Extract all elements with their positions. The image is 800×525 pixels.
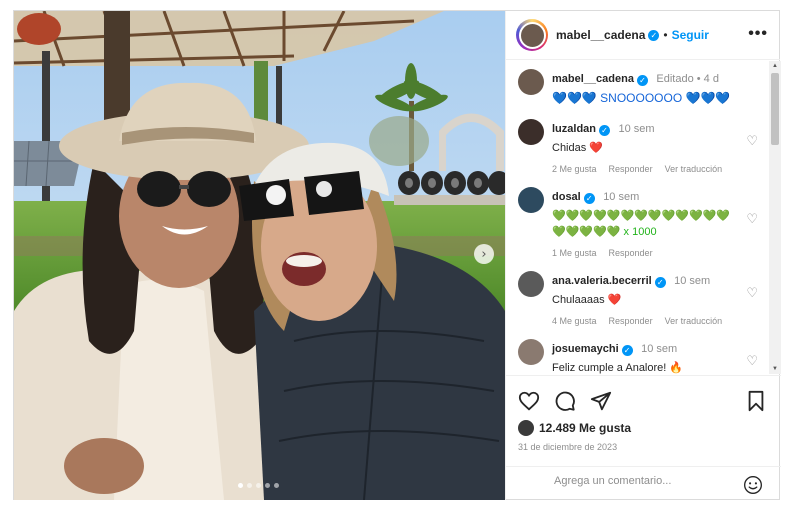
share-icon[interactable] — [590, 390, 612, 412]
heart-icon[interactable]: ♡ — [746, 353, 758, 369]
avatar[interactable] — [518, 187, 544, 213]
comment-username[interactable]: dosal — [552, 191, 581, 203]
comment-likes[interactable]: 4 Me gusta — [552, 316, 597, 326]
caption-username[interactable]: mabel__cadena — [552, 73, 634, 85]
author-avatar[interactable] — [516, 19, 548, 51]
emoji-icon[interactable] — [743, 475, 763, 495]
heart-icon[interactable]: ♡ — [746, 133, 758, 149]
comment-input[interactable] — [554, 475, 734, 487]
comment-time: 10 sem — [618, 123, 655, 135]
comment-text: Chidas ❤️ — [552, 142, 603, 154]
comment-body: ana.valeria.becerril ✓ 10 sem Chulaaaas ❤… — [552, 271, 742, 326]
photo-illustration — [14, 11, 505, 500]
carousel-dot — [265, 483, 270, 488]
verified-badge-icon: ✓ — [648, 29, 660, 41]
comment-meta: 4 Me gusta Responder Ver traducción — [552, 316, 742, 326]
verified-badge-icon: ✓ — [583, 193, 595, 204]
caption-time: Editado • 4 d — [656, 73, 719, 85]
comment-likes[interactable]: 1 Me gusta — [552, 248, 597, 258]
heart-icon[interactable]: ♡ — [746, 285, 758, 301]
verified-badge-icon: ✓ — [599, 125, 611, 136]
follow-button[interactable]: Seguir — [672, 28, 709, 42]
comment-text: Chulaaaas ❤️ — [552, 294, 622, 306]
reply-button[interactable]: Responder — [609, 164, 653, 174]
liker-avatar — [518, 420, 534, 436]
likes-summary[interactable]: 12.489 Me gusta — [518, 420, 631, 436]
carousel-dot — [256, 483, 261, 488]
action-icons — [518, 390, 612, 412]
heart-icon[interactable] — [518, 390, 540, 412]
scroll-thumb[interactable] — [771, 73, 779, 145]
author-username[interactable]: mabel__cadena — [556, 28, 645, 42]
reply-button[interactable]: Responder — [609, 248, 653, 258]
comment-likes[interactable]: 2 Me gusta — [552, 164, 597, 174]
comment-body: josuemaychi ✓ 10 sem Feliz cumple a Analo… — [552, 339, 742, 374]
post-actions: 12.489 Me gusta 31 de diciembre de 2023 — [506, 375, 781, 501]
avatar-image — [518, 21, 546, 49]
comment-time: 10 sem — [603, 191, 640, 203]
caption-body: mabel__cadena ✓ Editado • 4 d 💙💙💙 SNOOOOO… — [552, 69, 742, 106]
post-side-panel: mabel__cadena ✓ • Seguir ••• mabel__cade… — [505, 11, 781, 501]
comment-meta: 2 Me gusta Responder Ver traducción — [552, 164, 742, 174]
verified-badge-icon: ✓ — [654, 277, 666, 288]
more-options-icon[interactable]: ••• — [748, 25, 768, 43]
verified-badge-icon: ✓ — [636, 75, 648, 86]
avatar[interactable] — [518, 69, 544, 95]
carousel-dot — [238, 483, 243, 488]
comment-username[interactable]: ana.valeria.becerril — [552, 275, 652, 287]
reply-button[interactable]: Responder — [609, 316, 653, 326]
comment-username[interactable]: josuemaychi — [552, 343, 619, 355]
post-date: 31 de diciembre de 2023 — [518, 442, 618, 452]
carousel-indicator — [238, 483, 279, 488]
comment-time: 10 sem — [674, 275, 711, 287]
bookmark-icon[interactable] — [745, 390, 767, 412]
carousel-next-button[interactable]: › — [474, 244, 494, 264]
comment-body: dosal ✓ 10 sem 💚💚💚💚💚💚💚💚💚💚💚💚💚💚💚💚💚💚 x 1000 … — [552, 187, 742, 258]
comment-time: 10 sem — [641, 343, 678, 355]
carousel-dot — [274, 483, 279, 488]
post-photo[interactable]: › — [14, 11, 505, 500]
post-header: mabel__cadena ✓ • Seguir ••• — [506, 11, 780, 60]
avatar[interactable] — [518, 119, 544, 145]
verified-badge-icon: ✓ — [621, 345, 633, 356]
add-comment-bar — [506, 466, 781, 502]
translate-button[interactable]: Ver traducción — [665, 164, 723, 174]
scroll-up-arrow-icon[interactable]: ▲ — [772, 63, 778, 69]
comment-body: luzaldan ✓ 10 sem Chidas ❤️ 2 Me gusta Re… — [552, 119, 742, 174]
comment-text: 💚💚💚💚💚💚💚💚💚💚💚💚💚💚💚💚💚💚 x 1000 — [552, 210, 731, 238]
avatar[interactable] — [518, 271, 544, 297]
comment-icon[interactable] — [554, 390, 576, 412]
comments-scrollbar[interactable]: ▲ ▼ — [769, 61, 781, 374]
comment-text: Feliz cumple a Analore! 🔥 — [552, 362, 684, 374]
caption-text: 💙💙💙 SNOOOOOOO 💙💙💙 — [552, 91, 731, 105]
comment-meta: 1 Me gusta Responder — [552, 248, 742, 258]
translate-button[interactable]: Ver traducción — [665, 316, 723, 326]
likes-count[interactable]: 12.489 Me gusta — [539, 421, 631, 435]
carousel-dot — [247, 483, 252, 488]
comments-list: mabel__cadena ✓ Editado • 4 d 💙💙💙 SNOOOOO… — [506, 61, 781, 374]
avatar[interactable] — [518, 339, 544, 365]
post-modal: › mabel__cadena ✓ • Seguir ••• mabel__ca… — [13, 10, 781, 501]
comment-username[interactable]: luzaldan — [552, 123, 596, 135]
heart-icon[interactable]: ♡ — [746, 211, 758, 227]
scroll-down-arrow-icon[interactable]: ▼ — [772, 366, 778, 372]
separator-dot: • — [663, 28, 668, 42]
